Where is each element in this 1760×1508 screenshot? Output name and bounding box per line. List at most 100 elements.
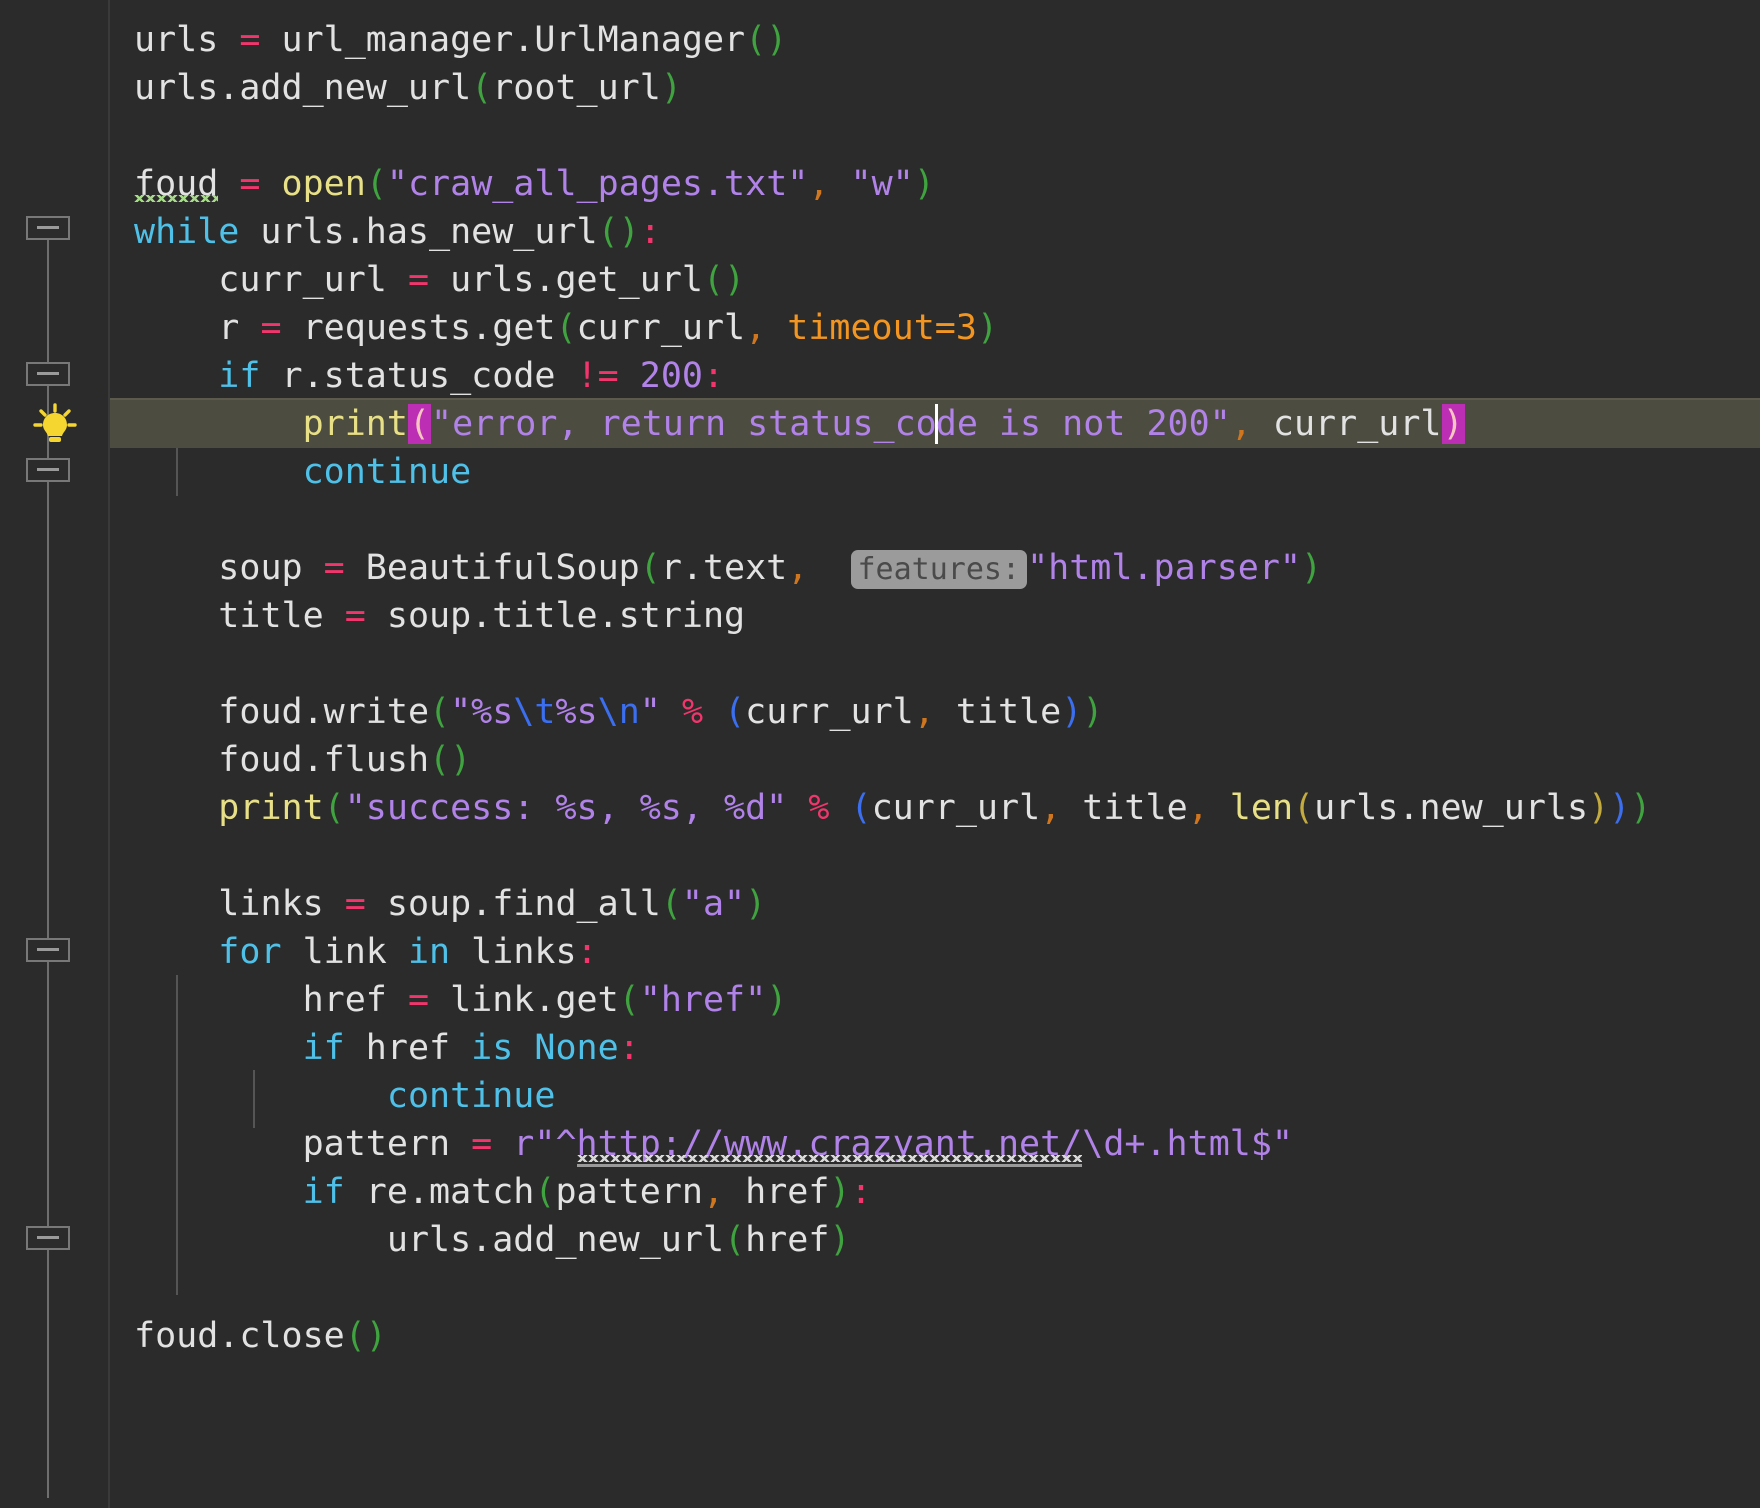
token-ident-foud-misspelled: foud [134, 164, 219, 204]
code-line-8[interactable]: if r.status_code != 200: [110, 352, 1760, 400]
token-paren: ( [534, 1172, 556, 1212]
token-comma: , [702, 1172, 725, 1212]
token-ident: url_manager.UrlManager [260, 20, 746, 60]
token-string: "craw_all_pages.txt" [386, 164, 809, 204]
token-ident: title [934, 692, 1062, 732]
token-ident: href [344, 1028, 472, 1068]
token-string: "href" [639, 980, 767, 1020]
gutter-separator [108, 0, 110, 1508]
token-paren: ( [597, 212, 619, 252]
token-ident: re.match [344, 1172, 535, 1212]
token-operator: = [407, 260, 430, 300]
token-number: 3 [955, 308, 977, 348]
code-line-1[interactable]: urls = url_manager.UrlManager() [110, 16, 1760, 64]
token-url-literal[interactable]: http://www.crazyant.net/ [576, 1124, 1083, 1167]
token-paren: ) [1609, 788, 1631, 828]
code-line-22[interactable]: if href is None: [110, 1024, 1760, 1072]
token-operator: = [323, 548, 345, 588]
code-line-4[interactable]: foud = open("craw_all_pages.txt", "w") [110, 160, 1760, 208]
code-line-26[interactable]: urls.add_new_url(href) [110, 1216, 1760, 1264]
inlay-hint-features[interactable]: features: [850, 550, 1028, 589]
token-ident: links [450, 932, 577, 972]
fold-marker-if-status-end[interactable] [26, 458, 70, 492]
code-line-15[interactable]: foud.write("%s\t%s\n" % (curr_url, title… [110, 688, 1760, 736]
token-operator-percent: % [681, 692, 704, 732]
token-ident: curr_url [871, 788, 1041, 828]
token-keyword-if: if [302, 1172, 345, 1212]
token-paren: ( [850, 788, 872, 828]
token-string: " [639, 692, 661, 732]
code-line-13[interactable]: title = soup.title.string [110, 592, 1760, 640]
code-line-10[interactable]: continue [110, 448, 1760, 496]
code-editor[interactable]: urls = url_manager.UrlManager() urls.add… [0, 0, 1760, 1508]
fold-marker-dash [37, 948, 59, 951]
token-paren: ) [1301, 548, 1323, 588]
fold-marker-for[interactable] [26, 938, 70, 972]
token-paren: ) [1061, 692, 1083, 732]
token-comma: , [808, 164, 830, 204]
token-string: "success: %s, %s, %d" [344, 788, 788, 828]
token-ident: foud.write [218, 692, 430, 732]
token-ident: urls.has_new_url [239, 212, 598, 252]
token-paren: ( [745, 20, 767, 60]
code-line-21[interactable]: href = link.get("href") [110, 976, 1760, 1024]
token-keyword-if: if [302, 1028, 345, 1068]
token-paren: ) [829, 1220, 851, 1260]
code-text-area[interactable]: urls = url_manager.UrlManager() urls.add… [0, 0, 1760, 1508]
token-paren: ( [471, 68, 493, 108]
token-ident: foud.flush [218, 740, 430, 780]
token-ident: urls.new_urls [1314, 788, 1589, 828]
token-colon: : [639, 212, 661, 252]
token-ident: urls.get_url [429, 260, 703, 300]
token-ident: title [218, 596, 345, 636]
code-line-24[interactable]: pattern = r"^http://www.crazyant.net/\d+… [110, 1120, 1760, 1168]
code-line-23[interactable]: continue [110, 1072, 1760, 1120]
token-colon: : [618, 1028, 640, 1068]
token-ident: root_url [492, 68, 661, 108]
token-keyword-if: if [218, 356, 261, 396]
token-operator: = [344, 596, 366, 636]
token-kwarg-timeout: timeout= [766, 308, 956, 348]
token-colon: : [702, 356, 725, 396]
code-line-17[interactable]: print("success: %s, %s, %d" % (curr_url,… [110, 784, 1760, 832]
token-operator: = [239, 164, 261, 204]
token-string-part1: "error, return status_co [431, 404, 937, 444]
token-regex-tail: \d+.html$" [1082, 1124, 1293, 1164]
code-line-28[interactable]: foud.close() [110, 1312, 1760, 1360]
lightbulb-icon[interactable] [28, 400, 82, 448]
code-line-2[interactable]: urls.add_new_url(root_url) [110, 64, 1760, 112]
token-paren: ( [724, 1220, 746, 1260]
token-function-open: open [281, 164, 366, 204]
token-ident: requests.get [281, 308, 556, 348]
code-line-7[interactable]: r = requests.get(curr_url, timeout=3) [110, 304, 1760, 352]
token-string-part2: de is not 200" [935, 404, 1231, 444]
code-line-25[interactable]: if re.match(pattern, href): [110, 1168, 1760, 1216]
code-line-5[interactable]: while urls.has_new_url(): [110, 208, 1760, 256]
fold-marker-for-end[interactable] [26, 1226, 70, 1260]
token-operator: = [471, 1124, 493, 1164]
fold-marker-if-status[interactable] [26, 362, 70, 396]
code-line-9[interactable]: print("error, return status_code is not … [110, 400, 1760, 448]
matching-brace-close-highlight: ) [1441, 404, 1465, 444]
token-ident: curr_url [218, 260, 408, 300]
token-paren: ) [829, 1172, 851, 1212]
token-paren: ( [702, 260, 725, 300]
fold-marker-while[interactable] [26, 216, 70, 250]
token-paren: ) [660, 68, 682, 108]
token-number-200: 200 [618, 356, 703, 396]
token-paren: ) [766, 980, 788, 1020]
token-function-len: len [1208, 788, 1294, 828]
token-operator: = [344, 884, 366, 924]
token-string: "%s [450, 692, 514, 732]
code-line-12[interactable]: soup = BeautifulSoup(r.text, features: "h… [110, 544, 1760, 592]
code-line-6[interactable]: curr_url = urls.get_url() [110, 256, 1760, 304]
editor-gutter[interactable] [0, 0, 110, 1508]
code-line-20[interactable]: for link in links: [110, 928, 1760, 976]
code-line-19[interactable]: links = soup.find_all("a") [110, 880, 1760, 928]
code-line-16[interactable]: foud.flush() [110, 736, 1760, 784]
token-ident: curr_url [745, 692, 914, 732]
